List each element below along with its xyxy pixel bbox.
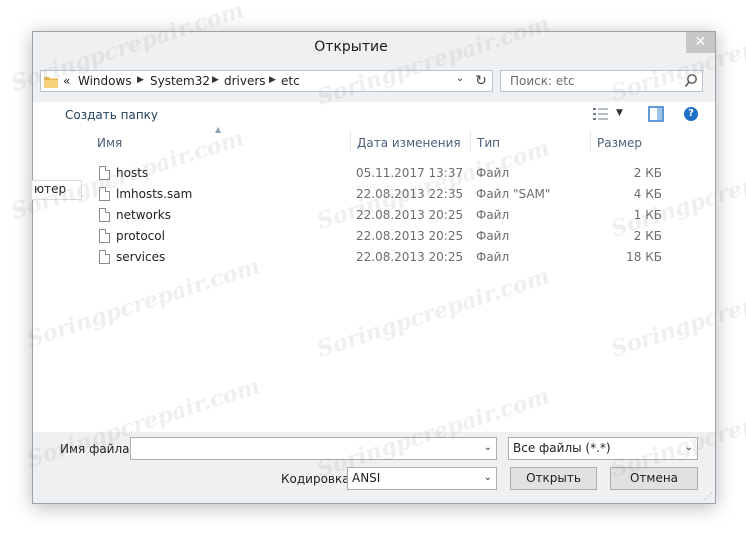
- help-icon[interactable]: ?: [684, 107, 698, 121]
- navigation-row: « Windows ▶ System32 ▶ drivers ▶ etc ⌄ ↻…: [33, 62, 715, 102]
- breadcrumb-system32[interactable]: System32: [150, 74, 210, 88]
- search-input[interactable]: Поиск: etc: [500, 70, 703, 92]
- view-options-icon[interactable]: [593, 107, 609, 121]
- chevron-down-icon[interactable]: ⌄: [484, 472, 492, 483]
- file-name: lmhosts.sam: [116, 187, 193, 201]
- sort-ascending-icon: ▲: [215, 125, 222, 134]
- filename-label: Имя файла:: [60, 442, 134, 456]
- file-icon: [99, 250, 110, 264]
- file-icon: [99, 187, 110, 201]
- file-type: Файл "SAM": [476, 187, 551, 201]
- close-button[interactable]: ✕: [686, 32, 715, 53]
- preview-pane-icon[interactable]: [648, 106, 664, 122]
- column-header-size[interactable]: Размер: [597, 136, 642, 150]
- file-icon: [99, 166, 110, 180]
- file-date: 22.08.2013 22:35: [356, 187, 464, 201]
- file-type: Файл: [476, 229, 510, 243]
- filetype-value: Все файлы (*.*): [513, 441, 611, 455]
- file-size: 2 КБ: [633, 166, 662, 180]
- open-file-dialog: Открытие ✕ « Windows ▶ System32 ▶ driver…: [31, 31, 716, 504]
- encoding-select[interactable]: ANSI ⌄: [347, 467, 497, 490]
- file-icon: [99, 208, 110, 222]
- column-headers: ▲ Имя Дата изменения Тип Размер: [84, 125, 715, 154]
- file-date: 22.08.2013 20:25: [356, 229, 464, 243]
- dialog-footer: Имя файла: ⌄ Все файлы (*.*) ⌄ Кодировка…: [33, 432, 715, 503]
- open-button[interactable]: Открыть: [510, 467, 597, 490]
- command-toolbar: Создать папку ▼ ?: [33, 102, 715, 128]
- dialog-title: Открытие: [314, 39, 388, 55]
- file-row-networks[interactable]: networks 22.08.2013 20:25 Файл 1 КБ: [84, 206, 715, 227]
- new-folder-button[interactable]: Создать папку: [65, 108, 158, 122]
- close-icon: ✕: [694, 34, 707, 50]
- file-date: 22.08.2013 20:25: [356, 208, 464, 222]
- address-bar[interactable]: « Windows ▶ System32 ▶ drivers ▶ etc ⌄ ↻: [40, 70, 493, 92]
- chevron-down-icon: ⌄: [455, 73, 465, 84]
- file-type: Файл: [476, 250, 510, 264]
- file-row-lmhosts[interactable]: lmhosts.sam 22.08.2013 22:35 Файл "SAM" …: [84, 185, 715, 206]
- file-row-protocol[interactable]: protocol 22.08.2013 20:25 Файл 2 КБ: [84, 227, 715, 248]
- chevron-right-icon[interactable]: ▶: [137, 75, 144, 85]
- resize-grip-icon[interactable]: ⋰: [704, 493, 713, 502]
- search-icon[interactable]: [684, 73, 698, 89]
- chevron-down-icon[interactable]: ⌄: [685, 442, 693, 453]
- filetype-select[interactable]: Все файлы (*.*) ⌄: [508, 437, 698, 460]
- refresh-icon: ↻: [475, 73, 487, 89]
- file-size: 18 КБ: [626, 250, 662, 264]
- breadcrumb-drivers[interactable]: drivers: [224, 74, 266, 88]
- chevron-down-icon[interactable]: ⌄: [484, 442, 492, 453]
- file-date: 22.08.2013 20:25: [356, 250, 464, 264]
- file-type: Файл: [476, 166, 510, 180]
- file-name: services: [116, 250, 166, 264]
- filename-combobox[interactable]: ⌄: [130, 437, 497, 460]
- column-header-type[interactable]: Тип: [477, 136, 500, 150]
- navigation-pane: ютер: [31, 128, 84, 432]
- nav-item-computer[interactable]: ютер: [31, 180, 82, 200]
- column-header-name[interactable]: Имя: [97, 136, 122, 150]
- search-placeholder: Поиск: etc: [510, 74, 575, 88]
- chevron-right-icon[interactable]: ▶: [269, 75, 276, 85]
- file-name: hosts: [116, 166, 149, 180]
- file-row-services[interactable]: services 22.08.2013 20:25 Файл 18 КБ: [84, 248, 715, 269]
- file-size: 2 КБ: [633, 229, 662, 243]
- breadcrumb-windows[interactable]: Windows: [78, 74, 132, 88]
- chevron-right-icon[interactable]: ▶: [212, 75, 219, 85]
- encoding-label: Кодировка:: [281, 472, 354, 486]
- file-size: 4 КБ: [633, 187, 662, 201]
- file-icon: [99, 229, 110, 243]
- file-size: 1 КБ: [633, 208, 662, 222]
- view-dropdown-arrow-icon[interactable]: ▼: [616, 108, 623, 118]
- file-name: networks: [116, 208, 171, 222]
- title-bar: Открытие ✕: [33, 32, 715, 62]
- file-date: 05.11.2017 13:37: [356, 166, 464, 180]
- file-row-hosts[interactable]: hosts 05.11.2017 13:37 Файл 2 КБ: [84, 164, 715, 185]
- refresh-button[interactable]: ↻: [471, 72, 491, 90]
- column-divider[interactable]: [350, 130, 351, 152]
- encoding-value: ANSI: [352, 471, 381, 485]
- file-type: Файл: [476, 208, 510, 222]
- address-history-dropdown[interactable]: ⌄: [453, 73, 467, 89]
- breadcrumb-etc[interactable]: etc: [281, 74, 300, 88]
- column-header-date[interactable]: Дата изменения: [357, 136, 461, 150]
- breadcrumb-overflow[interactable]: «: [63, 74, 70, 88]
- cancel-button[interactable]: Отмена: [610, 467, 698, 490]
- folder-icon: [44, 77, 58, 88]
- column-divider[interactable]: [470, 130, 471, 152]
- column-divider[interactable]: [590, 130, 591, 152]
- file-name: protocol: [116, 229, 165, 243]
